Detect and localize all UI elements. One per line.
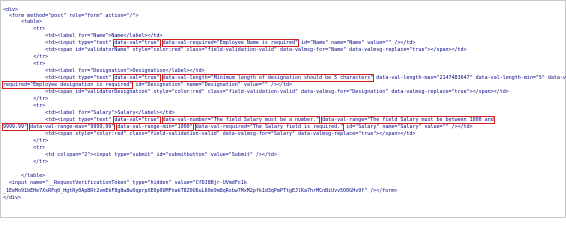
code-line: required="Employee designation is requir… (1, 81, 292, 89)
code-line: 9999.99" data-val-range-max="9999.99" da… (1, 123, 473, 131)
code-line: </tr> (3, 96, 49, 102)
code-line: </table> (3, 173, 46, 179)
validation-attribute-highlight: 9999.99" (1, 123, 29, 131)
code-line: <td><label for="Designation">Designation… (3, 68, 205, 74)
code-line: <td><input type="text" data-val="true" d… (3, 74, 566, 82)
code-line: <tr> (3, 26, 46, 32)
validation-attribute-highlight: data-val-required="The Salary field is r… (194, 123, 345, 131)
code-line: <td colspan="2"><input type="submit" id=… (3, 152, 277, 158)
validation-attribute-highlight: data-val-range-max="9999.99" (29, 123, 116, 131)
code-line: <td><input type="text" data-val="true" d… (3, 39, 416, 47)
code-line: <td><label for="Name">Name</label></td> (3, 33, 163, 39)
validation-attribute-highlight: data-val="true" (113, 39, 161, 47)
code-line: _1EeMo91bEHe7XsRFq0_HgtRy0ApBRt2vmEkF8g8… (3, 188, 398, 194)
validation-attribute-highlight: data-val-range-min="1000" (116, 123, 194, 131)
code-line: <td><span id="validatorDesignation" styl… (3, 89, 509, 95)
source-viewer: <div> <form method="post" role="form" ac… (0, 0, 566, 218)
validation-attribute-highlight: data-val-number="The field Salary must b… (161, 116, 321, 124)
code-line: </tr> (3, 138, 49, 144)
code-line: <td><label for="Salary">Salary</label></… (3, 110, 175, 116)
validation-attribute-highlight: data-val="true" (113, 116, 161, 124)
code-line: <tr> (3, 61, 46, 67)
validation-attribute-highlight: required="Employee designation is requir… (1, 81, 134, 89)
code-line: </div> (3, 195, 22, 201)
code-line: </tr> (3, 159, 49, 165)
code-line: <input name="__RequestVerificationToken"… (3, 180, 247, 186)
code-line: <td><span style="color:red" class="field… (3, 131, 416, 137)
validation-attribute-highlight: data-val-length="Minimum length of desig… (161, 74, 375, 82)
validation-attribute-highlight: data-val="true" (113, 74, 161, 82)
code-line: <tr> (3, 145, 46, 151)
code-line: <td><span id="validatorName" style="colo… (3, 47, 467, 53)
code-line: </tr> (3, 54, 49, 60)
code-line: <tr> (3, 103, 46, 109)
code-line: <table> (3, 19, 43, 25)
validation-attribute-highlight: data-val-range="The field Salary must be… (321, 116, 495, 124)
validation-attribute-highlight: data-val-required="Employee Name is requ… (161, 39, 300, 47)
code-line: <td><input type="text" data-val="true" d… (3, 116, 495, 124)
